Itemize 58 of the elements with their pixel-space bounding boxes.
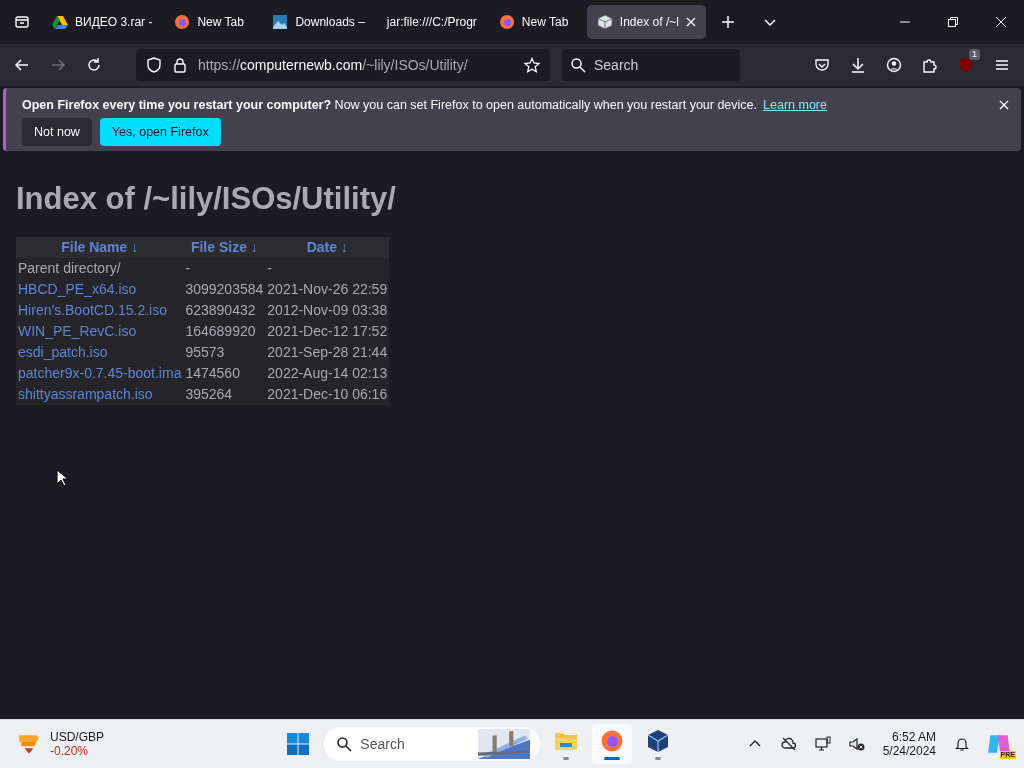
file-link[interactable]: esdi_patch.iso (18, 344, 108, 360)
cube-icon (646, 728, 671, 753)
file-size: 164689920 (185, 323, 256, 339)
column-header[interactable]: Date ↓ (265, 237, 390, 258)
search-icon (570, 57, 586, 73)
file-date: 2021-Sep-28 21:44 (267, 344, 388, 360)
column-header[interactable]: File Size ↓ (183, 237, 266, 258)
file-size: 1474560 (185, 365, 240, 381)
widget-title: USD/GBP (50, 730, 104, 744)
clock-date[interactable]: 5/24/2024 (882, 744, 936, 758)
file-link[interactable]: Hiren's.BootCD.15.2.iso (18, 302, 167, 318)
browser-tab[interactable]: jar:file:///C:/Progr (376, 5, 487, 39)
image-icon (272, 14, 289, 30)
file-date: 2021-Nov-26 22:59 (267, 281, 388, 297)
search-field[interactable]: Search (562, 49, 740, 81)
file-size: 95573 (185, 344, 225, 360)
star-icon[interactable] (524, 57, 540, 73)
search-icon (336, 736, 353, 752)
browser-tab[interactable]: New Tab (488, 5, 585, 39)
mouse-cursor-icon (56, 469, 68, 487)
address-bar[interactable]: https://computernewb.com/~lily/ISOs/Utility/ (136, 49, 550, 81)
file-date: 2021-Dec-12 17:52 (267, 323, 388, 339)
clock-time[interactable]: 6:52 AM (892, 730, 936, 744)
file-date: 2022-Aug-14 02:13 (267, 365, 388, 381)
file-link[interactable]: WIN_PE_RevC.iso (18, 323, 137, 339)
column-header[interactable]: File Name ↓ (16, 237, 184, 258)
firefox-icon (498, 14, 515, 30)
browser-tab[interactable]: Downloads – (262, 5, 375, 39)
count-badge: 1 (969, 49, 980, 60)
file-size: 623890432 (185, 302, 256, 318)
close-icon[interactable] (685, 17, 696, 27)
browser-tab[interactable]: Index of /~l (586, 5, 706, 39)
file-date: 2021-Dec-10 06:16 (267, 386, 388, 402)
dismiss-button[interactable]: Not now (22, 118, 92, 146)
taskbar-app[interactable] (592, 724, 633, 764)
confirm-button[interactable]: Yes, open Firefox (99, 118, 221, 146)
browser-tab[interactable]: New Tab (164, 5, 261, 39)
file-size: - (185, 260, 191, 276)
close-icon[interactable] (999, 100, 1009, 110)
file-link[interactable]: shittyassrampatch.iso (18, 386, 153, 402)
parent-directory-link[interactable]: Parent directory/ (18, 260, 121, 276)
file-date: 2012-Nov-09 03:38 (267, 302, 388, 318)
notification-message: Open Firefox every time you restart your computer? Now you can set Firefox to open automatically when you restart your device. (22, 98, 758, 112)
widget-change: -0.20% (50, 744, 90, 758)
file-size: 3099203584 (185, 281, 264, 297)
file-link[interactable]: HBCD_PE_x64.iso (18, 281, 137, 297)
cube-icon (596, 14, 613, 30)
learn-more-link[interactable]: Learn more (763, 98, 827, 112)
file-date: - (267, 260, 272, 276)
lock-icon[interactable] (172, 57, 188, 73)
file-link[interactable]: patcher9x-0.7.45-boot.ima (18, 365, 182, 381)
firefox-icon (174, 14, 191, 30)
shield-icon[interactable] (146, 57, 162, 73)
drive-icon (52, 14, 68, 30)
page-heading: Index of /~lily/ISOs/Utility/ (16, 181, 397, 217)
file-size: 395264 (185, 386, 233, 402)
browser-tab[interactable]: ВИДЕО 3.rar - (42, 5, 163, 39)
firefox-icon (600, 728, 625, 753)
